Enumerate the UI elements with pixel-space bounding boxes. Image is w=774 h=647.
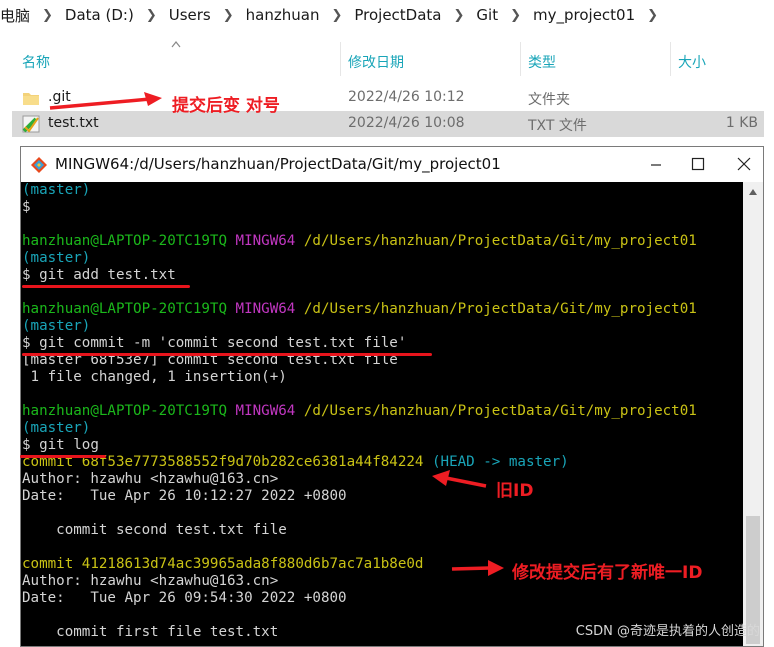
prompt-user: hanzhuan@LAPTOP-20TC19TQ — [22, 233, 227, 249]
file-row-test-txt[interactable]: test.txt 2022/4/26 10:08 TXT 文件 1 KB — [12, 111, 764, 137]
git-bash-icon — [31, 157, 47, 173]
annotation-underline — [22, 353, 432, 356]
prompt-path: /d/Users/hanzhuan/ProjectData/Git/my_pro… — [303, 301, 697, 317]
prompt-dollar: $ — [22, 199, 31, 215]
close-icon[interactable] — [729, 151, 759, 177]
breadcrumb-projectdata[interactable]: ProjectData — [348, 6, 447, 24]
prompt-env: MINGW64 — [235, 233, 296, 249]
column-modified[interactable]: 修改日期 — [348, 52, 404, 72]
annotation-old-id: 旧ID — [496, 481, 534, 501]
breadcrumb-my-project01[interactable]: my_project01 — [527, 6, 641, 24]
prompt-env: MINGW64 — [235, 301, 296, 317]
chevron-right-icon[interactable]: ❯ — [217, 8, 240, 23]
branch-text: (master) — [22, 420, 91, 436]
command-git-log: $ git log — [22, 437, 99, 453]
log-date: Date: Tue Apr 26 09:54:30 2022 +0800 — [22, 590, 347, 606]
column-name[interactable]: 名称 — [22, 52, 50, 72]
breadcrumb-users[interactable]: Users — [163, 6, 217, 24]
scroll-up-icon[interactable] — [748, 188, 758, 196]
head-ref: (HEAD -> master) — [423, 454, 569, 470]
branch-text: (master) — [22, 182, 91, 198]
prompt-env: MINGW64 — [235, 403, 296, 419]
annotation-arrow-left — [49, 92, 162, 110]
file-modified: 2022/4/26 10:08 — [348, 115, 465, 131]
file-size: 1 KB — [725, 115, 758, 131]
branch-text: (master) — [22, 250, 91, 266]
prompt-path: /d/Users/hanzhuan/ProjectData/Git/my_pro… — [303, 403, 697, 419]
chevron-right-icon[interactable]: ❯ — [641, 8, 664, 23]
chevron-right-icon[interactable]: ❯ — [504, 8, 527, 23]
command-git-add: $ git add test.txt — [22, 267, 176, 283]
prompt-line: hanzhuan@LAPTOP-20TC19TQ MINGW64 /d/User… — [22, 301, 697, 318]
file-name: test.txt — [48, 115, 99, 131]
column-header: 名称 修改日期 类型 大小 — [0, 42, 774, 76]
watermark: CSDN @奇迹是执着的人创造的 — [575, 624, 760, 639]
address-bar[interactable]: 电脑 ❯ Data (D:) ❯ Users ❯ hanzhuan ❯ Proj… — [0, 0, 774, 30]
branch-text: (master) — [22, 318, 91, 334]
chevron-right-icon[interactable]: ❯ — [325, 8, 348, 23]
annotation-git-change: 提交后变 对号 — [172, 96, 280, 116]
column-divider[interactable] — [670, 42, 671, 76]
prompt-user: hanzhuan@LAPTOP-20TC19TQ — [22, 301, 227, 317]
chevron-right-icon[interactable]: ❯ — [448, 8, 471, 23]
terminal-title: MINGW64:/d/Users/hanzhuan/ProjectData/Gi… — [55, 155, 501, 173]
breadcrumb-drive[interactable]: Data (D:) — [59, 6, 140, 24]
annotation-arrow-left — [432, 470, 487, 488]
minimize-icon[interactable] — [641, 151, 671, 177]
file-type: 文件夹 — [528, 92, 570, 108]
file-type: TXT 文件 — [528, 118, 587, 134]
commit-output: 1 file changed, 1 insertion(+) — [22, 369, 287, 385]
annotation-new-id: 修改提交后有了新唯一ID — [512, 563, 703, 583]
folder-icon — [23, 93, 39, 105]
terminal-titlebar[interactable]: MINGW64:/d/Users/hanzhuan/ProjectData/Gi… — [21, 147, 763, 182]
log-message: commit first file test.txt — [22, 624, 279, 640]
commit-hash-new: commit 41218613d74ac39965ada8f880d6b7ac7… — [22, 556, 424, 572]
command-git-commit: $ git commit -m 'commit second test.txt … — [22, 335, 407, 351]
prompt-line: hanzhuan@LAPTOP-20TC19TQ MINGW64 /d/User… — [22, 233, 697, 250]
git-file-icon — [22, 115, 40, 133]
terminal-scrollbar[interactable] — [743, 182, 763, 646]
log-author: Author: hzawhu <hzawhu@163.cn> — [22, 471, 279, 487]
chevron-right-icon[interactable]: ❯ — [140, 8, 163, 23]
chevron-right-icon[interactable]: ❯ — [36, 8, 59, 23]
column-size[interactable]: 大小 — [678, 52, 706, 72]
prompt-user: hanzhuan@LAPTOP-20TC19TQ — [22, 403, 227, 419]
annotation-underline — [22, 285, 190, 288]
log-message: commit second test.txt file — [22, 522, 287, 538]
column-divider[interactable] — [340, 42, 341, 76]
column-divider[interactable] — [520, 42, 521, 76]
prompt-line: hanzhuan@LAPTOP-20TC19TQ MINGW64 /d/User… — [22, 403, 697, 420]
breadcrumb-hanzhuan[interactable]: hanzhuan — [240, 6, 326, 24]
breadcrumb-this-pc[interactable]: 电脑 — [0, 5, 36, 26]
prompt-path: /d/Users/hanzhuan/ProjectData/Git/my_pro… — [303, 233, 697, 249]
log-date: Date: Tue Apr 26 10:12:27 2022 +0800 — [22, 488, 347, 504]
annotation-arrow-right — [451, 560, 504, 576]
maximize-icon[interactable] — [683, 151, 713, 177]
column-type[interactable]: 类型 — [528, 52, 556, 72]
file-modified: 2022/4/26 10:12 — [348, 89, 465, 105]
breadcrumb-git[interactable]: Git — [470, 6, 504, 24]
annotation-underline — [20, 455, 106, 458]
log-author: Author: hzawhu <hzawhu@163.cn> — [22, 573, 279, 589]
